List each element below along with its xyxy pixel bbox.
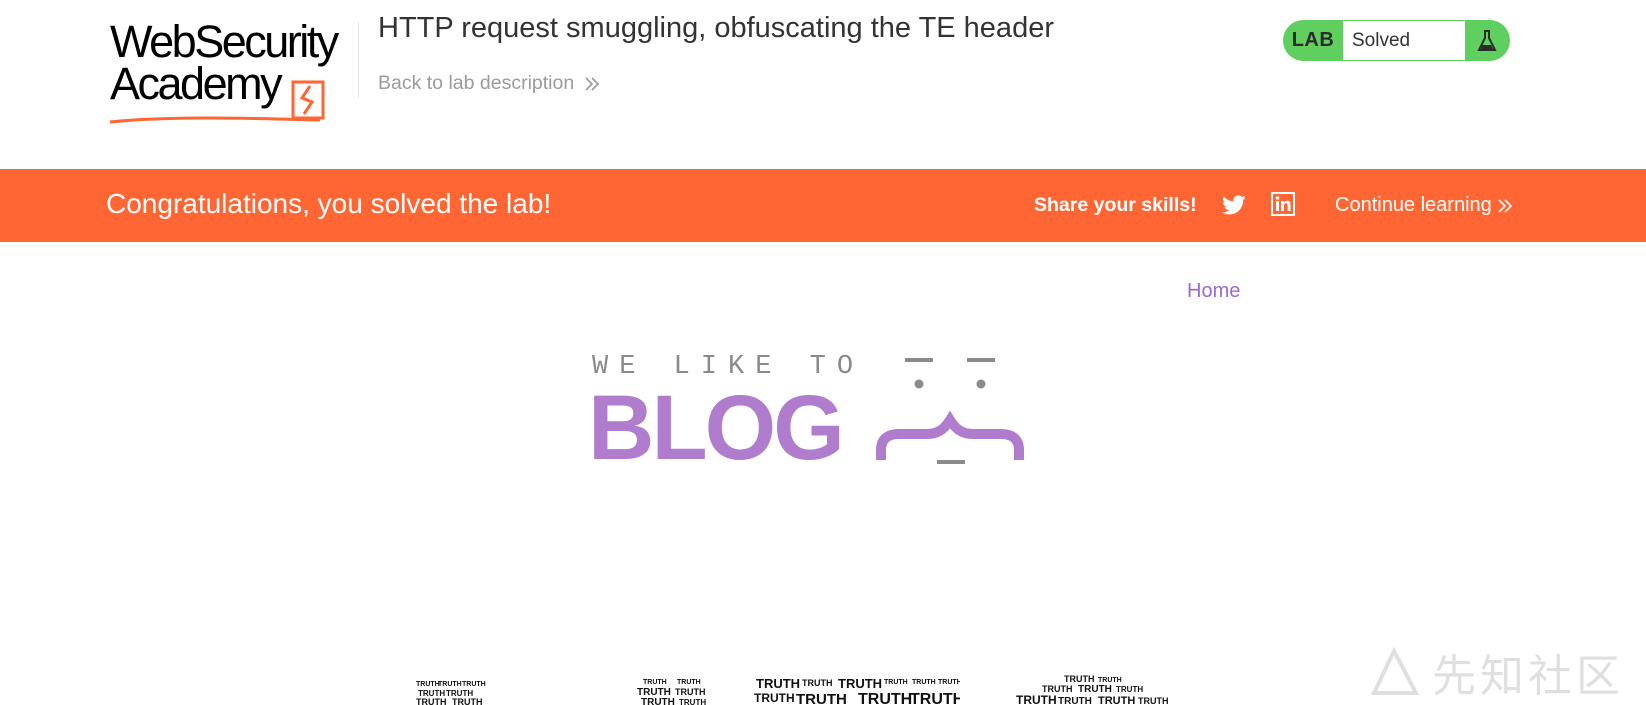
lab-status-badge: LAB Solved <box>1283 20 1510 61</box>
continue-learning-link[interactable]: Continue learning <box>1335 194 1512 217</box>
twitter-icon[interactable] <box>1222 193 1246 217</box>
post-image-2[interactable]: TRUTH TRUTH TRUTH TRUTH TRUTH TRUTH <box>637 674 713 705</box>
svg-text:TRUTH: TRUTH <box>884 679 908 686</box>
svg-text:TRUTH: TRUTH <box>858 691 912 705</box>
banner-message: Congratulations, you solved the lab! <box>106 188 552 219</box>
svg-text:TRUTH: TRUTH <box>1078 684 1112 695</box>
academy-header: WebSecurity Academy HTTP request smuggli… <box>0 0 1646 169</box>
lab-status-state: Solved <box>1343 21 1465 60</box>
svg-text:TRUTH: TRUTH <box>1064 674 1095 684</box>
svg-text:TRUTH: TRUTH <box>754 691 795 705</box>
watermark-text: 先知社区 <box>1432 652 1624 701</box>
blog-logo-word: BLOG <box>588 377 845 479</box>
svg-text:TRUTH: TRUTH <box>1098 695 1135 705</box>
svg-text:TRUTH: TRUTH <box>1138 696 1169 705</box>
svg-text:TRUTH: TRUTH <box>756 676 800 691</box>
lab-status-label: LAB <box>1291 29 1335 51</box>
we-like-to-blog-logo: WE LIKE TO BLOG <box>585 348 1025 474</box>
post-image-3[interactable]: TRUTH TRUTH TRUTH TRUTH TRUTH TRUTH TRUTH TRU… <box>754 674 960 705</box>
double-chevron-right-icon <box>1498 198 1512 213</box>
svg-text:TRUTH: TRUTH <box>462 681 486 688</box>
back-to-lab-description-link[interactable]: Back to lab description <box>378 72 600 95</box>
svg-text:TRUTH: TRUTH <box>938 679 960 686</box>
continue-learning-label: Continue learning <box>1335 194 1492 216</box>
lab-title: HTTP request smuggling, obfuscating the … <box>378 12 1054 44</box>
svg-text:TRUTH: TRUTH <box>416 681 440 688</box>
svg-text:TRUTH: TRUTH <box>1098 677 1122 684</box>
svg-text:TRUTH: TRUTH <box>677 679 701 686</box>
svg-text:TRUTH: TRUTH <box>912 679 936 686</box>
svg-text:TRUTH: TRUTH <box>641 697 675 705</box>
watermark-logo-icon <box>1370 647 1420 695</box>
smiley-face-icon <box>876 358 1024 464</box>
back-link-label: Back to lab description <box>378 72 575 94</box>
svg-text:TRUTH: TRUTH <box>1116 685 1143 694</box>
home-link[interactable]: Home <box>1187 280 1240 303</box>
share-skills-label: Share your skills! <box>1034 194 1197 216</box>
svg-text:TRUTH: TRUTH <box>796 691 847 705</box>
svg-text:TRUTH: TRUTH <box>1058 696 1092 705</box>
svg-text:TRUTH: TRUTH <box>438 681 462 688</box>
svg-text:TRUTH: TRUTH <box>679 698 706 705</box>
web-security-academy-logo[interactable]: WebSecurity Academy <box>108 18 358 124</box>
svg-text:TRUTH: TRUTH <box>910 691 960 705</box>
svg-text:TRUTH: TRUTH <box>802 678 833 688</box>
watermark: 先知社区 <box>1370 642 1624 702</box>
flask-icon <box>1465 20 1508 61</box>
svg-text:TRUTH: TRUTH <box>1016 693 1057 705</box>
solved-banner: Congratulations, you solved the lab! Sha… <box>0 169 1646 242</box>
page: WebSecurity Academy HTTP request smuggli… <box>0 0 1646 705</box>
svg-text:TRUTH: TRUTH <box>416 697 447 705</box>
logo-flag-icon <box>109 80 325 124</box>
linkedin-icon[interactable] <box>1271 192 1295 216</box>
double-chevron-right-icon <box>585 76 600 91</box>
svg-text:TRUTH: TRUTH <box>452 697 483 705</box>
post-image-4[interactable]: TRUTH TRUTH TRUTH TRUTH TRUTH TRUTH TRUTH TRU… <box>1012 672 1174 705</box>
svg-text:TRUTH: TRUTH <box>838 676 882 691</box>
post-image-1[interactable]: TRUTH TRUTH TRUTH TRUTH TRUTH TRUTH TRUTH <box>416 676 492 705</box>
svg-text:TRUTH: TRUTH <box>675 687 706 697</box>
svg-text:TRUTH: TRUTH <box>643 679 667 686</box>
header-divider <box>358 22 359 98</box>
